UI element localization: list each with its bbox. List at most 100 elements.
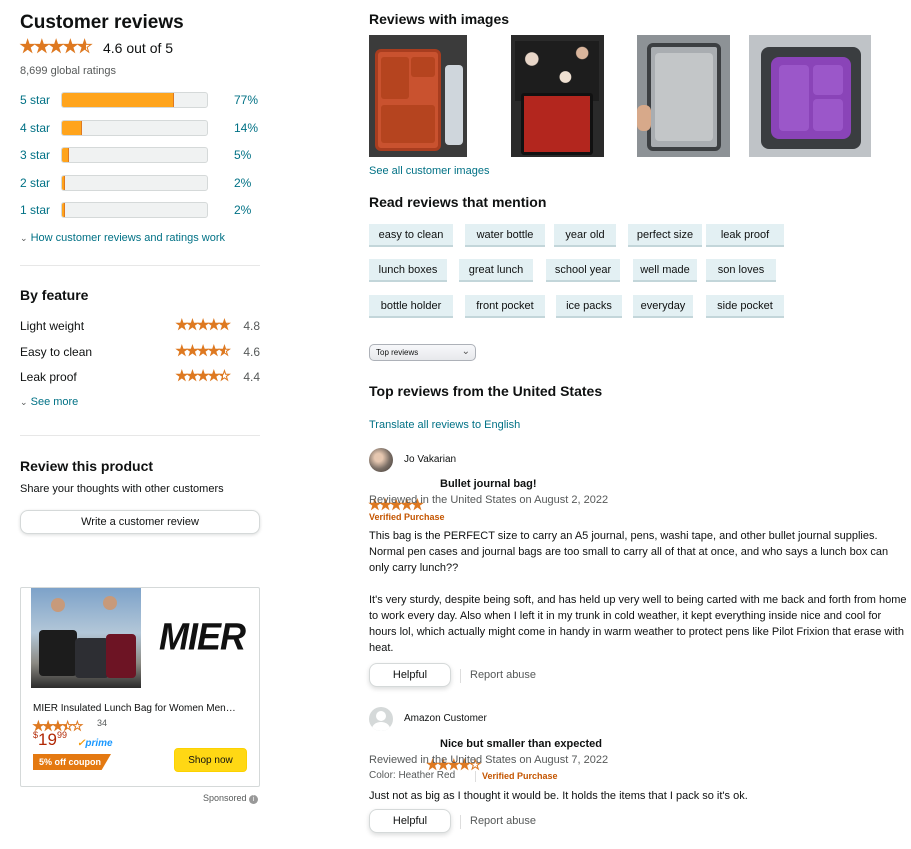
see-more-link[interactable]: ⌄ See more	[20, 396, 78, 408]
histogram-star-label[interactable]: 3 star	[20, 148, 50, 162]
feature-stars: ★★★★★★★★★★	[175, 368, 230, 383]
mention-chip[interactable]: water bottle	[465, 224, 545, 247]
histogram-bar[interactable]	[61, 202, 208, 218]
sort-dropdown[interactable]: Top reviews ⌄	[369, 344, 476, 361]
review-title[interactable]: Bullet journal bag!	[440, 478, 537, 490]
mention-chip[interactable]: year old	[554, 224, 616, 247]
histogram-percent[interactable]: 14%	[234, 121, 258, 135]
histogram-bar[interactable]	[61, 92, 208, 108]
mention-chip[interactable]: son loves	[706, 259, 776, 282]
divider	[460, 815, 461, 829]
customer-reviews-heading: Customer reviews	[20, 12, 184, 33]
histogram-row[interactable]: 5 star 77%	[20, 90, 260, 110]
see-all-images-link[interactable]: See all customer images	[369, 165, 489, 177]
review-body: It's very sturdy, despite being soft, an…	[369, 594, 907, 654]
histogram-star-label[interactable]: 5 star	[20, 93, 50, 107]
mention-chip[interactable]: bottle holder	[369, 295, 453, 318]
review-title[interactable]: Nice but smaller than expected	[440, 738, 602, 750]
histogram-bar-fill	[62, 121, 83, 135]
mention-chip[interactable]: lunch boxes	[369, 259, 447, 282]
mention-chip[interactable]: everyday	[633, 295, 693, 318]
ad-product-image[interactable]	[31, 588, 141, 688]
translate-reviews-link[interactable]: Translate all reviews to English	[369, 419, 520, 431]
histogram-star-label[interactable]: 1 star	[20, 203, 50, 217]
ad-rating-count: 34	[97, 718, 108, 728]
ad-product-title[interactable]: MIER Insulated Lunch Bag for Women Men…	[33, 703, 253, 714]
review-date: Reviewed in the United States on August …	[369, 494, 609, 506]
sponsored-label[interactable]: Sponsored i	[203, 793, 259, 804]
histogram-bar[interactable]	[61, 175, 208, 191]
review-variant[interactable]: Color: Heather Red	[369, 770, 455, 781]
shop-now-button[interactable]: Shop now	[174, 748, 247, 772]
mention-chip[interactable]: front pocket	[465, 295, 545, 318]
reviewer-avatar[interactable]	[369, 448, 393, 472]
reviewer-name[interactable]: Amazon Customer	[404, 713, 487, 724]
ad-brand-logo: MIER	[159, 614, 246, 658]
mention-chip[interactable]: school year	[546, 259, 620, 282]
sponsored-ad-card[interactable]: MIER MIER Insulated Lunch Bag for Women …	[20, 587, 260, 787]
reviewer-avatar[interactable]	[369, 707, 393, 731]
feature-rating-row: Easy to clean ★★★★★ ★★★★★ 4.6	[20, 343, 260, 361]
histogram-percent[interactable]: 5%	[234, 148, 251, 162]
mention-chip[interactable]: well made	[633, 259, 697, 282]
histogram-bar[interactable]	[61, 120, 208, 136]
review-product-heading: Review this product	[20, 458, 154, 474]
global-ratings-count: 8,699 global ratings	[20, 65, 117, 77]
customer-image-3[interactable]	[637, 35, 730, 157]
feature-rating-row: Leak proof ★★★★★★★★★★ 4.4	[20, 368, 260, 386]
customer-image-4[interactable]	[749, 35, 871, 157]
coupon-badge[interactable]: 5% off coupon	[33, 754, 111, 770]
by-feature-heading: By feature	[20, 287, 89, 303]
histogram-bar[interactable]	[61, 147, 208, 163]
divider	[475, 771, 476, 782]
verified-purchase-badge[interactable]: Verified Purchase	[482, 771, 558, 781]
histogram-percent[interactable]: 2%	[234, 176, 251, 190]
feature-rating-value: 4.4	[243, 370, 260, 384]
feature-stars: ★★★★★★★★★★	[175, 317, 230, 332]
histogram-star-label[interactable]: 2 star	[20, 176, 50, 190]
how-ratings-work-link[interactable]: ⌄ How customer reviews and ratings work	[20, 232, 225, 244]
ad-price: $1999	[33, 730, 67, 749]
histogram-row[interactable]: 1 star 2%	[20, 200, 260, 220]
prime-badge: ✓prime	[77, 738, 113, 749]
histogram-row[interactable]: 4 star 14%	[20, 118, 260, 138]
mention-chip[interactable]: leak proof	[706, 224, 784, 247]
chevron-down-icon: ⌄	[461, 346, 470, 357]
report-abuse-link[interactable]: Report abuse	[470, 815, 536, 827]
read-reviews-mention-heading: Read reviews that mention	[369, 194, 547, 210]
feature-rating-row: Light weight ★★★★★ ★★★★★ 4.8	[20, 317, 260, 335]
info-icon: i	[249, 795, 259, 804]
verified-purchase-badge[interactable]: Verified Purchase	[369, 512, 445, 522]
helpful-button[interactable]: Helpful	[369, 663, 451, 687]
histogram-bar-fill	[62, 176, 65, 190]
divider	[20, 435, 260, 436]
divider	[460, 669, 461, 683]
mention-chip[interactable]: side pocket	[706, 295, 784, 318]
histogram-row[interactable]: 2 star 2%	[20, 173, 260, 193]
helpful-button[interactable]: Helpful	[369, 809, 451, 833]
write-review-button[interactable]: Write a customer review	[20, 510, 260, 534]
mention-chip[interactable]: easy to clean	[369, 224, 453, 247]
mention-chip[interactable]: ice packs	[556, 295, 622, 318]
reviewer-name[interactable]: Jo Vakarian	[404, 454, 456, 465]
customer-image-2[interactable]	[511, 35, 604, 157]
histogram-row[interactable]: 3 star 5%	[20, 145, 260, 165]
histogram-bar-fill	[62, 148, 70, 162]
report-abuse-link[interactable]: Report abuse	[470, 669, 536, 681]
feature-name: Easy to clean	[20, 345, 93, 359]
feature-rating-value: 4.6	[243, 345, 260, 359]
histogram-percent[interactable]: 77%	[234, 93, 258, 107]
divider	[20, 265, 260, 266]
top-reviews-heading: Top reviews from the United States	[369, 383, 603, 399]
histogram-percent[interactable]: 2%	[234, 203, 251, 217]
review-product-subtitle: Share your thoughts with other customers	[20, 483, 224, 495]
customer-image-1[interactable]	[369, 35, 467, 157]
chevron-down-icon: ⌄	[20, 397, 28, 407]
mention-chip[interactable]: perfect size	[628, 224, 702, 247]
feature-stars: ★★★★★★★★★★	[175, 343, 230, 358]
histogram-star-label[interactable]: 4 star	[20, 121, 50, 135]
reviews-with-images-heading: Reviews with images	[369, 11, 510, 27]
feature-name: Leak proof	[20, 370, 77, 384]
mention-chip[interactable]: great lunch	[459, 259, 533, 282]
average-rating-stars: ★★★★★ ★★★★★	[19, 37, 92, 56]
